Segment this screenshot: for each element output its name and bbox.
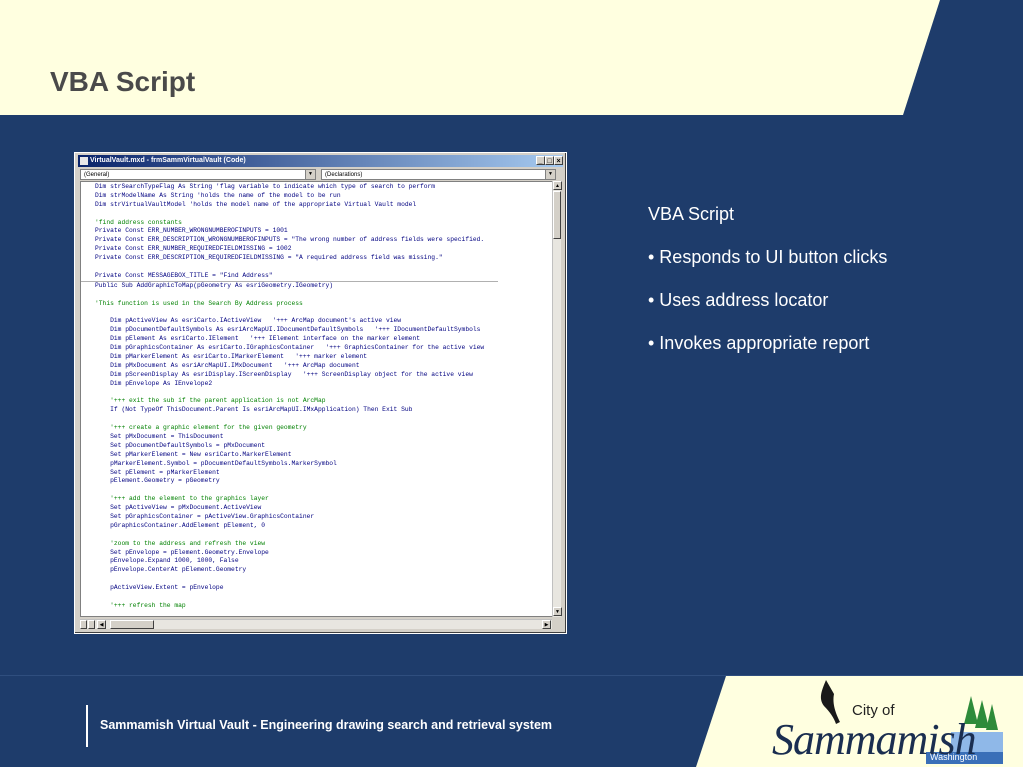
- procedure-combo[interactable]: (Declarations) ▼: [321, 169, 556, 180]
- code-line: 'find address constants: [95, 218, 182, 226]
- code-line: Set pMxDocument = ThisDocument: [95, 432, 224, 440]
- code-line: 'zoom to the address and refresh the vie…: [95, 539, 266, 547]
- code-line: Set pEnvelope = pElement.Geometry.Envelo…: [95, 548, 269, 556]
- procedure-combo-value: (Declarations): [325, 172, 363, 178]
- bullet-item: • Invokes appropriate report: [648, 333, 870, 353]
- scroll-thumb[interactable]: [553, 191, 561, 239]
- code-line: Dim pMxDocument As esriArcMapUI.IMxDocum…: [95, 361, 360, 369]
- maximize-button[interactable]: □: [545, 156, 554, 165]
- code-line: pEnvelope.Expand 1000, 1000, False: [95, 557, 239, 565]
- code-line: Private Const MESSAGEBOX_TITLE = "Find A…: [95, 271, 273, 279]
- code-line: Public Sub AddGraphicToMap(pGeometry As …: [95, 281, 334, 289]
- code-line: Dim strSearchTypeFlag As String 'flag va…: [95, 183, 436, 190]
- code-line: pActiveView.Extent = pEnvelope: [95, 584, 224, 592]
- code-line: Set pMarkerElement = New esriCarto.Marke…: [95, 450, 292, 458]
- code-line: Dim pMarkerElement As esriCarto.IMarkerE…: [95, 352, 368, 360]
- bullet-heading: VBA Script: [648, 204, 735, 224]
- code-line: '+++ add the element to the graphics lay…: [95, 495, 269, 503]
- code-lines: Dim strSearchTypeFlag As String 'flag va…: [81, 183, 499, 611]
- window-icon: [80, 157, 88, 165]
- code-line: 'This function is used in the Search By …: [95, 299, 303, 307]
- object-combo[interactable]: (General) ▼: [80, 169, 316, 180]
- object-combo-value: (General): [84, 172, 110, 178]
- code-line: pElement.Geometry = pGeometry: [95, 477, 220, 485]
- window-titlebar: VirtualVault.mxd - frmSammVirtualVault (…: [78, 155, 563, 167]
- minimize-button[interactable]: _: [536, 156, 545, 165]
- footer-divider: [86, 705, 88, 747]
- code-line: Set pGraphicsContainer = pActiveView.Gra…: [95, 512, 315, 520]
- bullet-list: VBA Script • Responds to UI button click…: [648, 202, 887, 374]
- scroll-up-icon[interactable]: ▲: [553, 181, 562, 190]
- code-line: If (Not TypeOf ThisDocument.Parent Is es…: [95, 406, 413, 414]
- scroll-thumb[interactable]: [110, 620, 154, 629]
- code-line: Private Const ERR_DESCRIPTION_WRONGNUMBE…: [95, 236, 485, 244]
- code-line: pEnvelope.CenterAt pElement.Geometry: [95, 566, 247, 574]
- bullet-item: • Responds to UI button clicks: [648, 247, 888, 267]
- footer-text: Sammamish Virtual Vault - Engineering dr…: [100, 718, 553, 732]
- code-line: Dim strModelName As String 'holds the na…: [95, 191, 341, 199]
- chevron-down-icon[interactable]: ▼: [545, 170, 555, 179]
- window-title: VirtualVault.mxd - frmSammVirtualVault (…: [90, 157, 246, 164]
- code-line: Set pElement = pMarkerElement: [95, 468, 220, 476]
- scroll-left-icon[interactable]: ◀: [97, 620, 106, 629]
- scroll-down-icon[interactable]: ▼: [553, 607, 562, 616]
- code-line: Dim pElement As esriCarto.IElement '+++ …: [95, 335, 420, 343]
- code-line: Private Const ERR_NUMBER_WRONGNUMBEROFIN…: [95, 227, 288, 235]
- full-module-view-icon[interactable]: [88, 620, 95, 629]
- code-line: '+++ exit the sub if the parent applicat…: [95, 397, 326, 405]
- logo-state-text: Washington: [930, 752, 978, 762]
- code-line: Dim pActiveView As esriCarto.IActiveView…: [95, 317, 402, 325]
- close-button[interactable]: ×: [554, 156, 563, 165]
- code-line: Private Const ERR_NUMBER_REQUIREDFIELDMI…: [95, 245, 292, 253]
- code-line: '+++ create a graphic element for the gi…: [95, 424, 307, 432]
- chevron-down-icon[interactable]: ▼: [305, 170, 315, 179]
- code-line: Set pActiveView = pMxDocument.ActiveView: [95, 504, 262, 512]
- code-line: Set pDocumentDefaultSymbols = pMxDocumen…: [95, 441, 266, 449]
- horizontal-scrollbar[interactable]: ◀ ▶: [80, 619, 552, 629]
- scroll-right-icon[interactable]: ▶: [542, 620, 551, 629]
- code-line: Dim pEnvelope As IEnvelope2: [95, 379, 213, 387]
- code-editor[interactable]: Dim strSearchTypeFlag As String 'flag va…: [80, 181, 553, 617]
- bullet-item: • Uses address locator: [648, 290, 829, 310]
- code-line: Dim strVirtualVaultModel 'holds the mode…: [95, 200, 417, 208]
- code-line: pGraphicsContainer.AddElement pElement, …: [95, 521, 266, 529]
- code-line: Dim pScreenDisplay As esriDisplay.IScree…: [95, 370, 473, 378]
- vertical-scrollbar[interactable]: ▲ ▼: [552, 181, 562, 617]
- code-line: Dim pDocumentDefaultSymbols As esriArcMa…: [95, 326, 481, 334]
- code-line: '+++ refresh the map: [95, 601, 186, 609]
- vba-editor-window: VirtualVault.mxd - frmSammVirtualVault (…: [74, 152, 567, 634]
- code-line: Dim pGraphicsContainer As esriCarto.IGra…: [95, 344, 485, 352]
- page-title: VBA Script: [50, 66, 196, 97]
- code-line: Private Const ERR_DESCRIPTION_REQUIREDFI…: [95, 254, 443, 262]
- code-line: pMarkerElement.Symbol = pDocumentDefault…: [95, 459, 337, 467]
- procedure-view-icon[interactable]: [80, 620, 87, 629]
